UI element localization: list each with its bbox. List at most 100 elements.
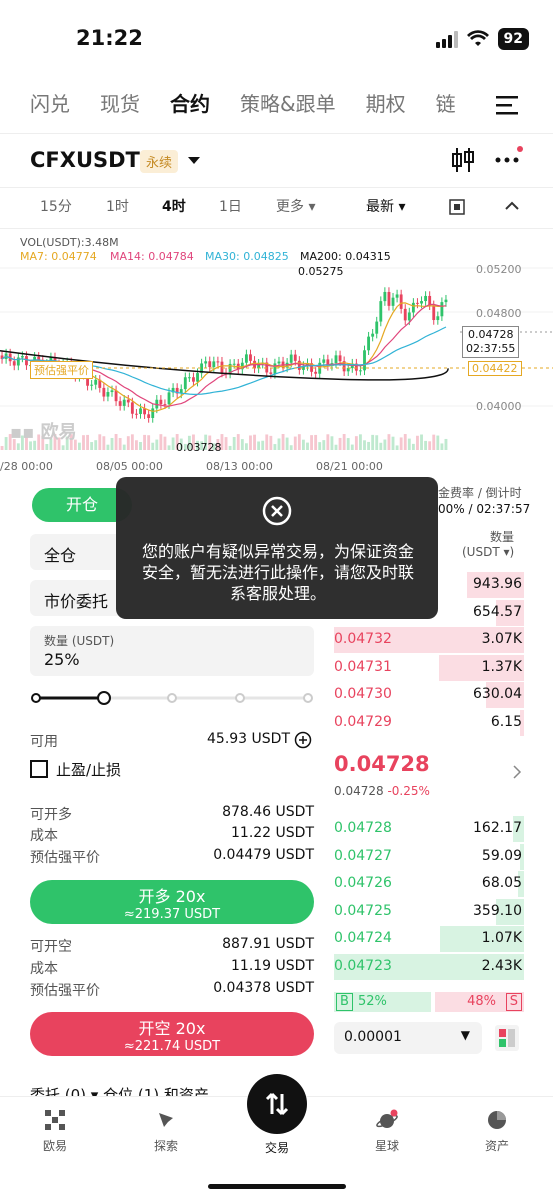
tf-1d[interactable]: 1日 <box>219 196 242 216</box>
compass-icon <box>159 1113 173 1127</box>
tf-15m[interactable]: 15分 <box>40 196 72 216</box>
volume-bar <box>297 434 301 450</box>
quantity: 1.37K <box>481 658 522 675</box>
add-funds-icon[interactable] <box>294 731 312 749</box>
pair-title[interactable]: CFXUSDT <box>30 148 140 172</box>
ask-row[interactable]: 0.04730 630.04 <box>334 682 524 708</box>
quantity: 654.57 <box>473 603 522 620</box>
chevron-down-icon[interactable] <box>187 156 201 166</box>
tab-futures[interactable]: 合约 <box>140 88 210 124</box>
bid-row[interactable]: 0.04723 2.43K <box>334 953 524 980</box>
menu-icon[interactable] <box>496 94 522 116</box>
divider <box>0 228 553 229</box>
volume-bar <box>159 434 163 450</box>
volume-bar <box>326 434 330 450</box>
tf-4h[interactable]: 4时 <box>162 196 186 216</box>
nav-planet[interactable]: 星球 <box>357 1109 417 1154</box>
max-long-label: 可开多 <box>30 807 72 823</box>
quantity: 943.96 <box>473 576 522 592</box>
volume-bar <box>346 438 350 450</box>
candle-body <box>147 414 151 418</box>
volume-bar <box>228 445 232 450</box>
nav-assets[interactable]: 资产 <box>467 1109 527 1154</box>
signal-icon <box>435 30 458 48</box>
open-short-button[interactable]: 开空 20x ≈221.74 USDT <box>30 1012 314 1056</box>
low-label: 0.03728 <box>176 441 222 454</box>
tab-flash-swap[interactable]: 闪兑 <box>0 88 70 124</box>
candle-body <box>94 379 98 385</box>
ask-row[interactable]: 0.04729 6.15 <box>334 709 524 736</box>
volume-bar <box>371 434 375 450</box>
last-price: 0.04728 <box>334 752 430 776</box>
nav-trade[interactable]: 交易 <box>247 1139 307 1156</box>
price: 0.04724 <box>334 930 392 946</box>
bid-row[interactable]: 0.04724 1.07K <box>334 926 524 952</box>
trade-fab-button[interactable] <box>247 1074 307 1134</box>
bid-row[interactable]: 0.04725 359.10 <box>334 898 524 925</box>
volume-bar <box>114 434 118 450</box>
tab-chain[interactable]: 链 <box>406 88 456 124</box>
planet-icon <box>376 1109 398 1128</box>
more-icon[interactable] <box>494 146 524 168</box>
qty-unit-select[interactable]: (USDT ▾) <box>462 545 514 559</box>
error-toast: 您的账户有疑似异常交易，为保证资金安全，暂无法进行此操作，请您及时联系客服处理。 <box>116 477 438 619</box>
ask-row[interactable]: 0.04731 1.37K <box>334 654 524 681</box>
tf-1h[interactable]: 1时 <box>106 196 129 216</box>
candle-body <box>379 301 383 322</box>
candle-body <box>159 399 163 405</box>
candlestick-icon[interactable] <box>450 146 476 174</box>
high-label: 0.05275 <box>298 265 344 278</box>
ask-row[interactable]: 0.04732 3.07K <box>334 627 524 653</box>
nav-okx[interactable]: 欧易 <box>25 1109 85 1154</box>
volume-bar <box>110 437 114 450</box>
open-long-button[interactable]: 开多 20x ≈219.37 USDT <box>30 880 314 924</box>
candle-body <box>338 355 342 362</box>
candle-body <box>269 372 273 374</box>
candle-body <box>383 291 387 302</box>
bid-row[interactable]: 0.04727 59.09 <box>334 843 524 870</box>
bid-row[interactable]: 0.04728 162.17 <box>334 816 524 842</box>
quantity-slider[interactable] <box>30 688 314 708</box>
volume-bar <box>135 440 138 450</box>
candle-body <box>139 408 142 414</box>
nav-explore[interactable]: 探索 <box>136 1109 196 1154</box>
book-layout-icon[interactable] <box>494 1024 520 1052</box>
status-time: 21:22 <box>76 26 143 50</box>
chevron-up-icon[interactable] <box>504 200 520 212</box>
price-type-select[interactable]: 最新 ▾ <box>366 196 405 216</box>
candle-body <box>334 355 338 364</box>
volume-bar <box>301 439 305 450</box>
candle-body <box>126 399 130 403</box>
price: 0.04723 <box>334 957 392 974</box>
candle-body <box>440 302 444 317</box>
swap-arrows-icon <box>265 1092 289 1116</box>
tab-strategy[interactable]: 策略&跟单 <box>210 88 336 124</box>
available-value: 45.93 USDT <box>207 731 290 747</box>
volume-bar <box>407 438 411 450</box>
volume-bar <box>122 444 126 450</box>
liq-short-label: 预估强平价 <box>30 983 100 999</box>
liq-long-label: 预估强平价 <box>30 850 100 866</box>
available-label: 可用 <box>30 734 58 750</box>
tf-more[interactable]: 更多 ▾ <box>276 196 315 216</box>
indicator-icon[interactable] <box>448 198 466 216</box>
divider <box>0 187 553 188</box>
volume-bar <box>416 435 419 450</box>
ma30-label: MA30: 0.04825 <box>205 250 289 263</box>
volume-bar <box>318 442 322 450</box>
qty-header: 数量 <box>490 530 515 544</box>
candle-body <box>187 377 191 379</box>
tab-spot[interactable]: 现货 <box>70 88 140 124</box>
bid-row[interactable]: 0.04726 68.05 <box>334 871 524 897</box>
candle-body <box>130 402 134 414</box>
funding-label: 金费率 / 倒计时 <box>438 486 522 500</box>
candle-body <box>20 356 24 358</box>
volume-bar <box>98 434 102 450</box>
close-circle-icon <box>262 496 292 526</box>
volume-bar <box>432 434 436 450</box>
chevron-right-icon[interactable] <box>512 764 522 780</box>
precision-select[interactable]: 0.00001 ▼ <box>334 1022 482 1054</box>
tpsl-checkbox[interactable] <box>30 760 48 778</box>
tab-options[interactable]: 期权 <box>336 88 406 124</box>
quantity-field[interactable]: 数量 (USDT) 25% <box>30 626 314 676</box>
